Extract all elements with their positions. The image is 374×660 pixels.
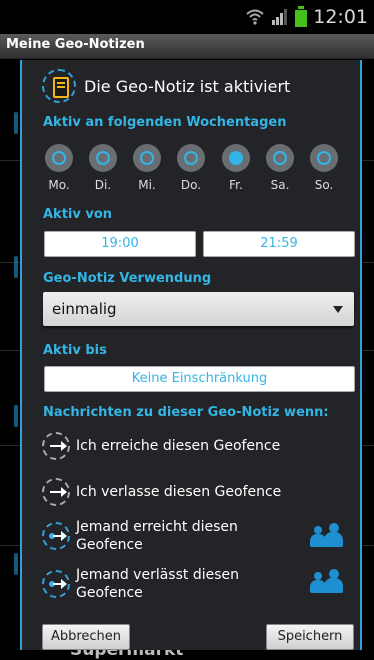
option-label-line1: Jemand verlässt diesen (76, 567, 239, 583)
weekday-toggle-di[interactable]: Di. (88, 144, 118, 192)
status-icons: 12:01 (245, 6, 368, 28)
weekday-label: Di. (94, 178, 112, 192)
radio-icon (177, 144, 205, 172)
option-label: Jemand erreicht diesen Geofence (76, 518, 238, 554)
weekday-label: So. (314, 178, 334, 192)
active-until-field[interactable]: Keine Einschränkung (44, 366, 355, 392)
radio-icon (310, 144, 338, 172)
radio-icon (133, 144, 161, 172)
contacts-icon[interactable] (310, 523, 344, 548)
radio-selected-icon (222, 144, 250, 172)
list-item-marker (14, 112, 18, 134)
weekday-toggle-fr[interactable]: Fr. (221, 144, 251, 192)
weekday-label: Mo. (48, 178, 70, 192)
save-button[interactable]: Speichern (266, 624, 354, 650)
geo-note-dialog: Die Geo-Notiz ist aktiviert Aktiv an fol… (20, 60, 362, 650)
option-i-leave-geofence[interactable]: Ich verlasse diesen Geofence (42, 478, 281, 506)
dialog-title: Die Geo-Notiz ist aktiviert (84, 76, 291, 96)
option-label: Ich verlasse diesen Geofence (76, 484, 282, 500)
someone-leaves-icon (42, 570, 70, 598)
option-label-line1: Jemand erreicht diesen (76, 519, 238, 535)
notifications-label: Nachrichten zu dieser Geo-Notiz wenn: (43, 405, 329, 420)
leave-geofence-icon (42, 478, 70, 506)
weekday-toggle-mo[interactable]: Mo. (44, 144, 74, 192)
radio-icon (89, 144, 117, 172)
option-label: Jemand verlässt diesen Geofence (76, 566, 239, 602)
end-time-field[interactable]: 21:59 (203, 231, 355, 257)
weekday-label: Mi. (138, 178, 156, 192)
weekday-toggle-do[interactable]: Do. (176, 144, 206, 192)
option-someone-enters-geofence[interactable]: Jemand erreicht diesen Geofence (42, 518, 238, 554)
enter-geofence-icon (42, 432, 70, 460)
option-i-enter-geofence[interactable]: Ich erreiche diesen Geofence (42, 432, 280, 460)
signal-icon (272, 9, 288, 25)
radio-icon (45, 144, 73, 172)
weekdays-label: Aktiv an folgenden Wochentagen (43, 115, 287, 130)
wifi-icon (246, 9, 264, 25)
usage-label: Geo-Notiz Verwendung (43, 271, 212, 286)
status-bar: 12:01 (0, 0, 374, 34)
active-from-label: Aktiv von (43, 207, 113, 222)
list-item-marker (14, 405, 18, 427)
weekday-toggle-sa[interactable]: Sa. (265, 144, 295, 192)
app-title: Meine Geo-Notizen (6, 37, 145, 52)
dropdown-arrow-icon (333, 306, 343, 313)
usage-selected-value: einmalig (52, 300, 117, 318)
option-label-line2: Geofence (76, 585, 143, 601)
weekday-toggle-mi[interactable]: Mi. (132, 144, 162, 192)
dialog-header: Die Geo-Notiz ist aktiviert (42, 68, 290, 104)
list-item-marker (14, 553, 18, 575)
list-item-marker (14, 256, 18, 278)
clock: 12:01 (313, 6, 368, 28)
option-label: Ich erreiche diesen Geofence (76, 438, 281, 454)
cancel-button[interactable]: Abbrechen (42, 624, 130, 650)
battery-icon (295, 6, 308, 27)
start-time-field[interactable]: 19:00 (44, 231, 196, 257)
weekday-label: Do. (180, 178, 202, 192)
weekday-toggle-so[interactable]: So. (309, 144, 339, 192)
option-someone-leaves-geofence[interactable]: Jemand verlässt diesen Geofence (42, 566, 239, 602)
app-title-bar: Meine Geo-Notizen (0, 34, 374, 59)
option-label-line2: Geofence (76, 537, 143, 553)
weekday-label: Sa. (270, 178, 290, 192)
someone-enters-icon (42, 522, 70, 550)
weekday-label: Fr. (229, 178, 243, 192)
usage-dropdown[interactable]: einmalig (43, 292, 354, 326)
note-icon (42, 69, 76, 103)
radio-icon (266, 144, 294, 172)
contacts-icon[interactable] (310, 569, 344, 594)
active-until-label: Aktiv bis (43, 343, 107, 358)
